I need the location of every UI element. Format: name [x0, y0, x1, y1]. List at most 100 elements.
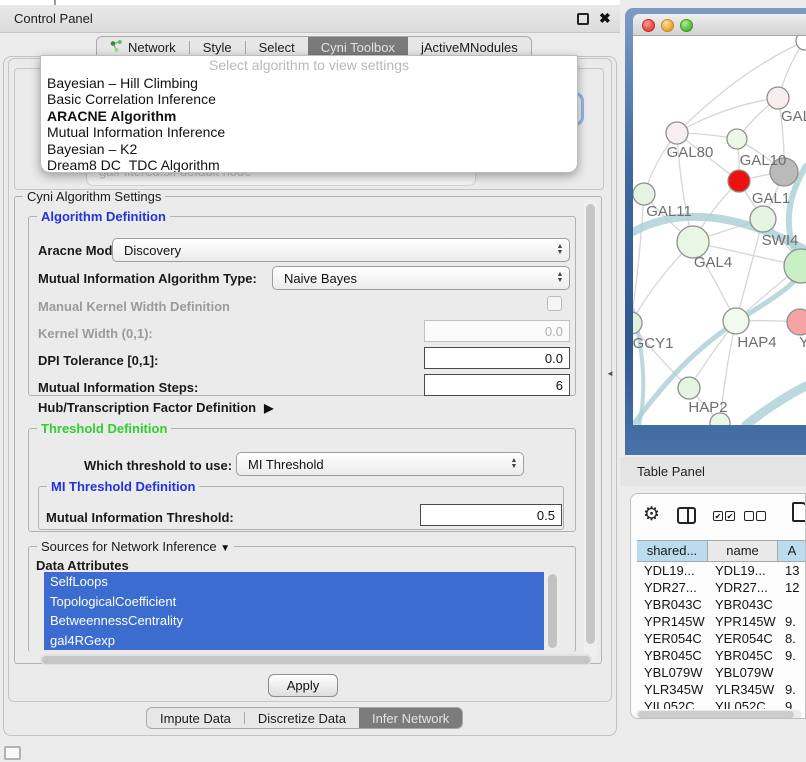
- table-cell: [778, 665, 806, 682]
- tab-infer-network[interactable]: Infer Network: [359, 708, 462, 728]
- network-node-label: Y: [799, 334, 806, 351]
- network-edge[interactable]: [677, 98, 778, 133]
- table-cell: YLR345W: [708, 682, 778, 699]
- table-row[interactable]: YBL079WYBL079W: [637, 665, 806, 682]
- dpi-tolerance-label: DPI Tolerance [0,1]:: [38, 353, 158, 368]
- manual-kernel-width-checkbox[interactable]: [547, 296, 562, 311]
- attributes-scrollbar-thumb[interactable]: [548, 574, 557, 648]
- table-row[interactable]: YDL19...YDL19...13: [637, 563, 806, 580]
- mi-algorithm-type-combo[interactable]: Naive Bayes ▲▼: [272, 266, 570, 290]
- algorithm-option-list: Bayesian – Hill ClimbingBasic Correlatio…: [41, 75, 577, 173]
- tab-label: Style: [203, 40, 232, 55]
- mi-threshold-definition-title: MI Threshold Definition: [47, 479, 199, 494]
- table-cell: YER054C: [637, 631, 708, 648]
- network-node[interactable]: [633, 312, 642, 334]
- cyni-algorithm-settings-title: Cyni Algorithm Settings: [23, 189, 165, 204]
- attribute-item-selfloops[interactable]: SelfLoops: [44, 572, 544, 592]
- table-row[interactable]: YER054CYER054C8.: [637, 631, 806, 648]
- apply-button[interactable]: Apply: [268, 674, 338, 697]
- network-node[interactable]: [728, 170, 750, 192]
- algorithm-option-aracne-algorithm[interactable]: ARACNE Algorithm: [41, 108, 577, 124]
- table-row[interactable]: YPR145WYPR145W9.: [637, 614, 806, 631]
- sources-title[interactable]: Sources for Network Inference ▼: [37, 539, 234, 554]
- close-icon[interactable]: ✖: [599, 10, 611, 27]
- table-row[interactable]: YDR27...YDR27...12: [637, 580, 806, 597]
- network-node[interactable]: [767, 87, 789, 109]
- column-header-name[interactable]: name: [708, 541, 778, 561]
- float-window-icon[interactable]: [577, 13, 589, 25]
- split-view-icon[interactable]: [677, 507, 696, 524]
- table-row[interactable]: YBR045CYBR045C9.: [637, 648, 806, 665]
- table-cell: YPR145W: [637, 614, 708, 631]
- network-node[interactable]: [666, 122, 688, 144]
- table-cell: 9.: [778, 614, 806, 631]
- dpi-tolerance-field[interactable]: 0.0: [424, 347, 570, 369]
- deselect-all-icon[interactable]: [744, 511, 766, 521]
- network-node-label: SWI4: [762, 232, 799, 249]
- kernel-width-field[interactable]: 0.0: [424, 320, 570, 342]
- network-node[interactable]: [723, 308, 749, 334]
- algorithm-option-bayesian-k2[interactable]: Bayesian – K2: [41, 141, 577, 157]
- page-icon[interactable]: [792, 502, 806, 522]
- which-threshold-combo[interactable]: MI Threshold ▲▼: [236, 452, 524, 476]
- table-panel-card: ⚙ ✔✔ shared...nameA YDL19...YDL19...13YD…: [630, 493, 806, 719]
- mi-threshold-field[interactable]: 0.5: [420, 504, 562, 526]
- table-hscrollbar-thumb[interactable]: [638, 711, 794, 718]
- hub-collapsed-arrow-icon: ▶: [264, 401, 273, 415]
- column-header-shared[interactable]: shared...: [637, 541, 708, 561]
- network-node[interactable]: [784, 249, 806, 283]
- gear-icon[interactable]: ⚙: [643, 503, 660, 526]
- network-window-titlebar[interactable]: [633, 14, 806, 36]
- table-cell: YDL19...: [708, 563, 778, 580]
- algorithm-option-mutual-information-inference[interactable]: Mutual Information Inference: [41, 124, 577, 140]
- algorithm-option-bayesian-hill-climbing[interactable]: Bayesian – Hill Climbing: [41, 75, 577, 91]
- minimize-traffic-light-icon[interactable]: [661, 19, 674, 32]
- mi-steps-field[interactable]: 6: [424, 374, 570, 396]
- network-node-label: GCY1: [633, 335, 673, 352]
- splitter-arrow-icon[interactable]: ◄: [606, 369, 614, 378]
- column-header-a[interactable]: A: [778, 541, 806, 561]
- network-node-label: GAL4: [694, 254, 732, 271]
- table-cell: YPR145W: [708, 614, 778, 631]
- network-node[interactable]: [787, 309, 806, 335]
- table-row[interactable]: YLR345WYLR345W9.: [637, 682, 806, 699]
- table-cell: 13: [778, 563, 806, 580]
- aracne-mode-combo[interactable]: Discovery ▲▼: [112, 238, 570, 262]
- table-row[interactable]: YBR043CYBR043C: [637, 597, 806, 614]
- zoom-traffic-light-icon[interactable]: [680, 19, 693, 32]
- network-node[interactable]: [796, 36, 806, 50]
- dock-mini-icon[interactable]: [4, 746, 21, 760]
- select-all-icon[interactable]: ✔✔: [713, 511, 735, 521]
- attribute-item-gal4rgexp[interactable]: gal4RGexp: [44, 631, 544, 651]
- attribute-item-topologicalcoefficient[interactable]: TopologicalCoefficient: [44, 592, 544, 612]
- algorithm-option-basic-correlation-inference[interactable]: Basic Correlation Inference: [41, 91, 577, 107]
- algorithm-dropdown-popup: Select algorithm to view settings Bayesi…: [40, 55, 578, 173]
- network-node[interactable]: [727, 129, 747, 149]
- network-node[interactable]: [750, 206, 776, 232]
- network-node-label: GAL1: [752, 190, 790, 207]
- combo-arrows-icon: ▲▼: [551, 272, 569, 284]
- algorithm-dropdown-placeholder: Select algorithm to view settings: [41, 56, 577, 75]
- table-panel-titlebar: Table Panel: [620, 457, 806, 486]
- hub-definition-toggle[interactable]: Hub/Transcription Factor Definition▶: [38, 400, 273, 415]
- settings-hscrollbar-thumb[interactable]: [42, 656, 590, 664]
- table-cell: YBR045C: [708, 648, 778, 665]
- table-panel-title: Table Panel: [637, 464, 705, 479]
- table-cell: YIL052C: [637, 699, 708, 709]
- data-attributes-list[interactable]: SelfLoopsTopologicalCoefficientBetweenne…: [44, 572, 544, 650]
- tab-impute-data[interactable]: Impute Data: [147, 708, 244, 728]
- table-row[interactable]: YIL052CYIL052C9: [637, 699, 806, 709]
- settings-scrollbar-thumb[interactable]: [586, 204, 595, 644]
- close-traffic-light-icon[interactable]: [642, 19, 655, 32]
- network-view-canvas[interactable]: GALGAL80GAL10GAL1SWI4GAL11GAL4GCY1HAP4YH…: [633, 36, 806, 425]
- table-cell: 9.: [778, 648, 806, 665]
- attribute-item-betweennesscentrality[interactable]: BetweennessCentrality: [44, 611, 544, 631]
- tab-discretize-data[interactable]: Discretize Data: [245, 708, 359, 728]
- network-node[interactable]: [678, 377, 700, 399]
- table-hscrollbar-track[interactable]: [636, 710, 802, 719]
- algorithm-option-dream8-dc-tdc-algorithm[interactable]: Dream8 DC_TDC Algorithm: [41, 157, 577, 173]
- network-node[interactable]: [633, 183, 655, 205]
- mi-algorithm-type-label: Mutual Information Algorithm Type:: [38, 271, 257, 286]
- network-edge-thick[interactable]: [746, 386, 806, 425]
- combo-arrows-icon: ▲▼: [551, 244, 569, 256]
